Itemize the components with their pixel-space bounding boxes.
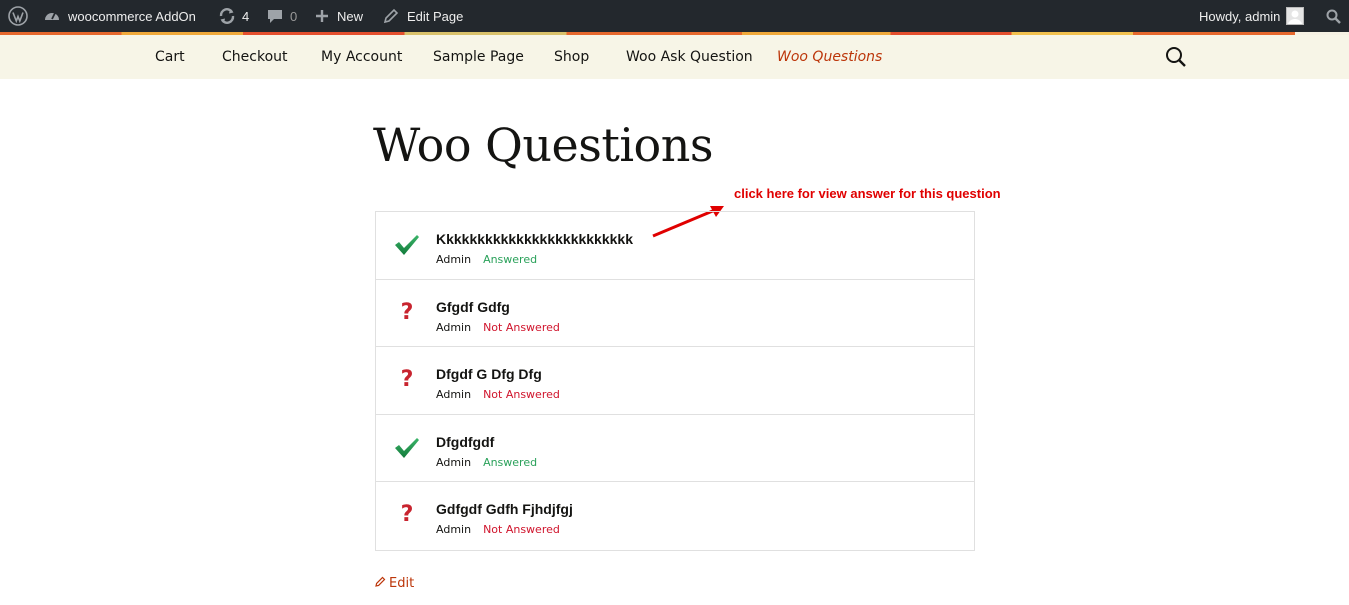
question-author: Admin — [436, 523, 472, 537]
plus-icon — [315, 9, 329, 23]
site-name-menu[interactable]: woocommerce AddOn — [43, 0, 196, 32]
question-author: Admin — [436, 388, 472, 402]
nav-item-sample-page[interactable]: Sample Page — [433, 35, 524, 79]
question-author: Admin — [436, 320, 472, 334]
check-icon — [392, 435, 422, 461]
question-mark-icon: ? — [400, 299, 414, 325]
avatar — [1286, 7, 1305, 25]
main-navigation: Cart Checkout My Account Sample Page Sho… — [0, 35, 1349, 79]
question-title[interactable]: Dfgdf G Dfg Dfg — [436, 366, 542, 382]
status-badge: Not Answered — [483, 320, 560, 334]
question-title[interactable]: Gfgdf Gdfg — [436, 299, 510, 315]
updates-count: 4 — [242, 8, 250, 24]
edit-label: Edit — [389, 576, 415, 591]
question-mark-icon: ? — [400, 502, 414, 528]
edit-page-menu[interactable]: Edit Page — [383, 0, 463, 32]
search-icon[interactable] — [1164, 45, 1188, 69]
nav-item-shop[interactable]: Shop — [554, 35, 589, 79]
howdy-label: Howdy, admin — [1199, 8, 1281, 24]
question-row[interactable]: Dfgdfgdf Admin Answered — [376, 415, 974, 483]
nav-item-my-account[interactable]: My Account — [321, 35, 402, 79]
comment-bubble-icon — [267, 8, 283, 24]
question-title[interactable]: Dfgdfgdf — [436, 434, 494, 450]
pencil-icon — [375, 576, 386, 591]
question-author: Admin — [436, 455, 472, 469]
site-name-label: woocommerce AddOn — [68, 8, 196, 24]
annotation-text: click here for view answer for this ques… — [734, 186, 1001, 201]
updates-menu[interactable]: 4 — [218, 0, 249, 32]
wordpress-logo-icon[interactable] — [8, 0, 28, 32]
new-content-menu[interactable]: New — [315, 0, 363, 32]
question-meta: Admin Not Answered — [436, 320, 560, 334]
question-meta: Admin Not Answered — [436, 522, 560, 536]
new-label: New — [337, 8, 364, 24]
check-icon — [392, 232, 422, 258]
nav-item-woo-questions[interactable]: Woo Questions — [777, 35, 882, 79]
question-row[interactable]: ? Dfgdf G Dfg Dfg Admin Not Answered — [376, 347, 974, 415]
pencil-icon — [383, 8, 399, 24]
question-meta: Admin Answered — [436, 455, 537, 469]
question-title[interactable]: Kkkkkkkkkkkkkkkkkkkkkkkkk — [436, 231, 633, 247]
nav-item-cart[interactable]: Cart — [155, 35, 185, 79]
comments-count: 0 — [290, 8, 298, 24]
question-title[interactable]: Gdfgdf Gdfh Fjhdjfgj — [436, 501, 573, 517]
updates-icon — [218, 7, 236, 25]
question-meta: Admin Not Answered — [436, 387, 560, 401]
question-mark-icon: ? — [400, 367, 414, 393]
status-badge: Answered — [483, 455, 538, 469]
nav-item-checkout[interactable]: Checkout — [222, 35, 288, 79]
status-badge: Not Answered — [483, 388, 560, 402]
nav-item-woo-ask-question[interactable]: Woo Ask Question — [626, 35, 753, 79]
question-author: Admin — [436, 253, 472, 266]
admin-bar: woocommerce AddOn 4 0 New Edit Page Howd… — [0, 0, 1349, 32]
status-badge: Answered — [483, 253, 538, 266]
account-menu[interactable]: Howdy, admin — [1199, 0, 1305, 32]
dashboard-icon — [43, 7, 61, 25]
questions-list: Kkkkkkkkkkkkkkkkkkkkkkkkk Admin Answered … — [375, 211, 975, 551]
edit-page-label: Edit Page — [407, 8, 464, 24]
comments-menu[interactable]: 0 — [267, 0, 297, 32]
question-row[interactable]: ? Gdfgdf Gdfh Fjhdjfgj Admin Not Answered — [376, 482, 974, 550]
question-row[interactable]: ? Gfgdf Gdfg Admin Not Answered — [376, 280, 974, 348]
status-badge: Not Answered — [483, 523, 560, 537]
question-meta: Admin Answered — [436, 252, 537, 266]
question-row[interactable]: Kkkkkkkkkkkkkkkkkkkkkkkkk Admin Answered — [376, 212, 974, 280]
admin-search-icon[interactable] — [1326, 0, 1341, 32]
page-title: Woo Questions — [373, 118, 713, 172]
edit-link[interactable]: Edit — [375, 576, 414, 591]
